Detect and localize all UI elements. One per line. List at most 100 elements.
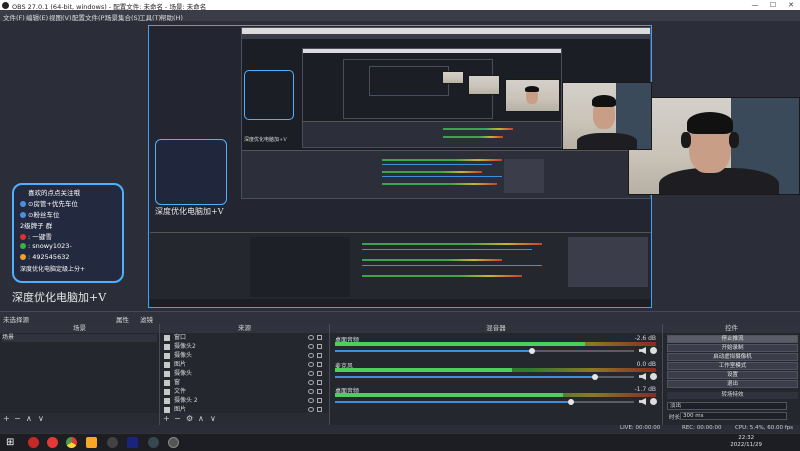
lock-icon[interactable] (317, 398, 322, 403)
source-row[interactable]: 图片 (164, 406, 324, 414)
gear-icon[interactable] (650, 347, 657, 354)
source-row[interactable]: 文件 (164, 388, 324, 396)
window-icon (164, 380, 170, 386)
lock-icon[interactable] (317, 335, 322, 340)
speaker-icon[interactable] (639, 373, 646, 380)
watermark-text: 深度优化电脑加+V (12, 291, 107, 304)
source-up-button[interactable]: ∧ (198, 414, 204, 423)
speaker-icon[interactable] (639, 347, 646, 354)
visibility-icon[interactable] (308, 389, 314, 394)
nested-dock (150, 232, 651, 307)
app-icon-red[interactable] (28, 437, 39, 448)
studio-mode-button[interactable]: 工作室模式 (667, 362, 798, 370)
windows-start-icon[interactable]: ⊞ (6, 437, 17, 448)
source-row[interactable]: 窗口 (164, 334, 324, 342)
camera-icon (164, 398, 170, 404)
scenes-footer: + − ∧ ∨ (0, 413, 159, 425)
scene-item[interactable]: 场景 (2, 334, 157, 342)
preview-canvas[interactable]: 深度优化电脑加+V 深度优化电脑加+V (148, 25, 652, 308)
transition-select[interactable]: 淡出 (667, 402, 787, 410)
sources-title: 来源 (160, 324, 329, 333)
exit-button[interactable]: 退出 (667, 380, 798, 388)
gear-icon[interactable] (650, 398, 657, 405)
wechat-icon (20, 243, 26, 249)
channel-db: 0.0 dB (636, 361, 656, 368)
overlay-line-2: ⊙粉丝车位 (20, 209, 59, 219)
lock-icon[interactable] (317, 353, 322, 358)
visibility-icon[interactable] (308, 371, 314, 376)
filters-button[interactable]: 滤镜 (140, 314, 153, 324)
text-icon (164, 389, 170, 395)
source-row[interactable]: 图片 (164, 361, 324, 369)
remove-source-button[interactable]: − (174, 414, 181, 423)
chrome-icon[interactable] (66, 437, 77, 448)
volume-slider[interactable] (335, 399, 634, 405)
source-row[interactable]: 摄像头 (164, 352, 324, 360)
overlay-heading: 喜欢的点点关注哦 (28, 189, 80, 197)
yellow-app-icon[interactable] (86, 437, 97, 448)
visibility-icon[interactable] (308, 407, 314, 412)
sources-footer: + − ⚙ ∧ ∨ (160, 413, 329, 425)
live-status: LIVE: 00:00:00 (620, 425, 661, 431)
visibility-icon[interactable] (308, 380, 314, 385)
source-row[interactable]: 摄像头 (164, 370, 324, 378)
visibility-icon[interactable] (308, 344, 314, 349)
start-recording-button[interactable]: 开始录制 (667, 344, 798, 352)
source-row[interactable]: 窗 (164, 379, 324, 387)
info-overlay-panel: 喜欢的点点关注哦 ⊙房管+优先车位 ⊙粉丝车位 2级牌子 群 : 一键雪 : s… (12, 183, 124, 283)
scene-down-button[interactable]: ∨ (38, 414, 44, 423)
steam-icon[interactable] (148, 437, 159, 448)
game-app-icon[interactable] (127, 437, 138, 448)
obs-studio-icon[interactable] (168, 437, 179, 448)
maximize-button[interactable]: ☐ (764, 0, 782, 10)
remove-scene-button[interactable]: − (14, 414, 21, 423)
virtual-camera-button[interactable]: 启动虚拟摄像机 (667, 353, 798, 361)
lock-icon[interactable] (317, 344, 322, 349)
obs-app-icon (2, 2, 9, 9)
level-meter (335, 393, 656, 397)
duration-input[interactable]: 300 ms (680, 412, 787, 420)
no-source-selected: 未选择源 (3, 316, 29, 324)
settings-button[interactable]: 设置 (667, 371, 798, 379)
camera-icon (164, 353, 170, 359)
title-bar: OBS 27.0.1 (64-bit, windows) - 配置文件: 未命名… (0, 0, 800, 11)
close-button[interactable]: ✕ (782, 0, 800, 10)
lock-icon[interactable] (317, 389, 322, 394)
qq-icon (20, 254, 26, 260)
source-row[interactable]: 摄像头 2 (164, 397, 324, 405)
source-row[interactable]: 摄像头2 (164, 343, 324, 351)
lock-icon[interactable] (317, 362, 322, 367)
source-settings-button[interactable]: ⚙ (186, 414, 193, 423)
scenes-panel: 场景 场景 + − ∧ ∨ (0, 324, 160, 425)
warning-app-icon[interactable] (47, 437, 58, 448)
channel-db: -1.7 dB (634, 386, 656, 393)
minimize-button[interactable]: — (746, 0, 764, 10)
scene-up-button[interactable]: ∧ (26, 414, 32, 423)
lock-icon[interactable] (317, 380, 322, 385)
volume-slider[interactable] (335, 348, 634, 354)
system-clock[interactable]: 22:32 2022/11/29 (730, 435, 762, 449)
dock-header: 未选择源 属性 滤镜 (0, 311, 800, 325)
speaker-icon[interactable] (639, 398, 646, 405)
visibility-icon[interactable] (308, 335, 314, 340)
channel-db: -2.6 dB (634, 335, 656, 342)
webcam-tiny (468, 75, 500, 95)
gear-icon[interactable] (650, 373, 657, 380)
visibility-icon[interactable] (308, 353, 314, 358)
source-down-button[interactable]: ∨ (210, 414, 216, 423)
visibility-icon[interactable] (308, 398, 314, 403)
add-scene-button[interactable]: + (3, 414, 10, 423)
clock-time: 22:32 (738, 435, 755, 441)
overlay-line-3: 2级牌子 群 (20, 222, 53, 230)
properties-button[interactable]: 属性 (116, 314, 129, 324)
add-source-button[interactable]: + (163, 414, 170, 423)
visibility-icon[interactable] (308, 362, 314, 367)
volume-slider[interactable] (335, 374, 634, 380)
controls-title: 控件 (663, 324, 800, 333)
mixer-title: 混音器 (330, 324, 662, 333)
lock-icon[interactable] (317, 407, 322, 412)
overlay-line-6: : 492545632 (20, 253, 69, 261)
obs-icon[interactable] (107, 437, 118, 448)
stop-streaming-button[interactable]: 停止推流 (667, 335, 798, 343)
lock-icon[interactable] (317, 371, 322, 376)
